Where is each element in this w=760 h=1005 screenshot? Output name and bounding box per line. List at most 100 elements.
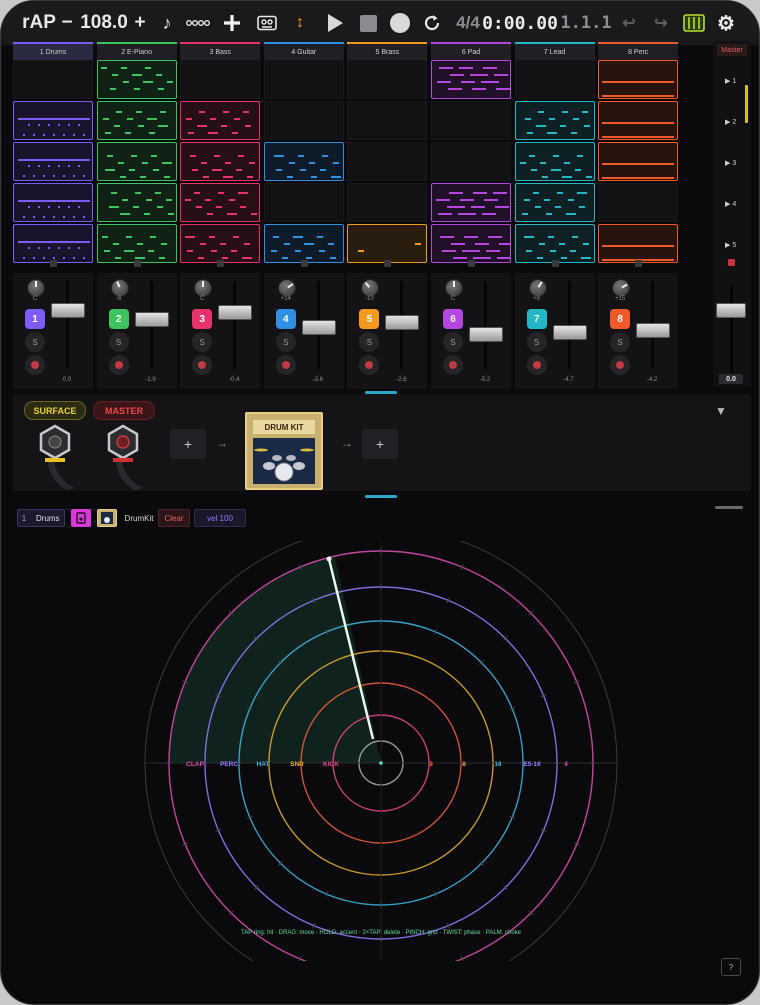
clip[interactable] [347, 224, 428, 263]
empty-clip-slot[interactable] [263, 60, 344, 99]
drum-kit-instrument-card[interactable]: DRUM KIT [245, 412, 323, 490]
refresh-icon[interactable] [421, 9, 443, 37]
track-header-1[interactable]: 1 Drums [13, 42, 93, 60]
lane-step-count[interactable]: 8 [462, 761, 466, 768]
tape-icon[interactable] [255, 9, 279, 37]
lane-step-count[interactable]: 8 [429, 761, 433, 768]
track-stop-button[interactable] [300, 260, 308, 267]
scene-scroll-indicator[interactable] [745, 85, 748, 123]
clip[interactable] [13, 224, 93, 263]
instrument-thumbnail-icon[interactable] [97, 509, 117, 527]
empty-clip-slot[interactable] [263, 101, 344, 140]
volume-fader[interactable] [469, 327, 503, 343]
empty-clip-slot[interactable] [347, 60, 428, 99]
pan-knob[interactable] [110, 279, 129, 297]
track-number-button[interactable]: 4 [275, 309, 296, 329]
play-icon[interactable] [323, 9, 347, 37]
clip[interactable] [263, 224, 344, 263]
velocity-control[interactable]: vel 100 [194, 509, 246, 527]
track-header-3[interactable]: 3 Bass [180, 42, 261, 60]
pan-knob[interactable] [528, 279, 547, 297]
empty-clip-slot[interactable] [347, 142, 428, 181]
fx-resize-handle[interactable] [365, 495, 397, 498]
track-header-8[interactable]: 8 Perc [598, 42, 679, 60]
volume-fader[interactable] [51, 303, 85, 318]
record-arm-button[interactable] [108, 355, 129, 375]
volume-fader[interactable] [134, 311, 169, 327]
lane-step-count[interactable]: E5-16 [523, 761, 541, 768]
empty-clip-slot[interactable] [263, 183, 344, 222]
empty-clip-slot[interactable] [347, 101, 428, 140]
add-fx-button-left[interactable]: + [170, 429, 206, 459]
clip[interactable] [180, 101, 261, 140]
add-icon[interactable] [221, 9, 243, 37]
clip[interactable] [96, 183, 177, 222]
track-stop-button[interactable] [468, 260, 475, 267]
scene-launch-1[interactable]: ▶ 1 [725, 77, 736, 85]
volume-fader[interactable] [385, 315, 420, 331]
scene-launch-2[interactable]: ▶ 2 [725, 118, 736, 126]
track-number-button[interactable]: 6 [443, 309, 463, 329]
track-stop-button[interactable] [384, 260, 392, 267]
clip[interactable] [598, 101, 679, 140]
scene-launch-3[interactable]: ▶ 3 [725, 159, 736, 167]
redo-icon[interactable]: ↪ [651, 9, 671, 37]
scene-launch-4[interactable]: ▶ 4 [725, 200, 736, 208]
tempo-decrease-button[interactable]: − [57, 9, 77, 37]
volume-fader[interactable] [636, 322, 671, 338]
empty-clip-slot[interactable] [431, 101, 511, 140]
master-fader[interactable] [716, 303, 746, 318]
solo-button[interactable]: S [275, 332, 296, 352]
swap-arrows-icon[interactable]: ↕ [291, 9, 309, 37]
solo-button[interactable]: S [443, 332, 463, 352]
pan-knob[interactable] [445, 279, 463, 297]
help-button[interactable]: ? [721, 958, 741, 976]
collapse-icon[interactable]: ▼ [715, 404, 727, 418]
lane-label-left[interactable]: KICK [323, 761, 339, 768]
scene-launch-5[interactable]: ▶ 5 [725, 241, 736, 249]
clip[interactable] [180, 224, 261, 263]
solo-button[interactable]: S [25, 332, 45, 352]
clip[interactable] [96, 60, 177, 99]
lane-label-left[interactable]: PERC [220, 761, 238, 768]
empty-clip-slot[interactable] [347, 183, 428, 222]
editor-grab-handle[interactable] [715, 506, 743, 509]
lane-label-left[interactable]: CLAP [186, 761, 204, 768]
clip[interactable] [13, 101, 93, 140]
record-arm-button[interactable] [526, 355, 547, 375]
master-stop-button[interactable] [728, 259, 735, 266]
settings-gear-icon[interactable]: ⚙ [715, 9, 737, 37]
surface-joystick-icon[interactable] [31, 422, 79, 490]
pan-knob[interactable] [277, 279, 296, 297]
stop-button[interactable] [357, 9, 379, 37]
track-number-button[interactable]: 1 [25, 309, 45, 329]
radial-sequencer[interactable]: CLAP PERC HAT SNR KICK 8 8 16 E5-16 4 [1, 541, 759, 961]
clip[interactable] [180, 183, 261, 222]
track-header-6[interactable]: 6 Pad [431, 42, 511, 60]
track-number-button[interactable]: 7 [526, 309, 547, 329]
clear-button[interactable]: Clear [158, 509, 190, 527]
record-button[interactable] [389, 9, 411, 37]
clip[interactable] [263, 142, 344, 181]
clip[interactable] [514, 142, 595, 181]
clip[interactable] [431, 60, 511, 99]
track-header-5[interactable]: 5 Brass [347, 42, 428, 60]
metronome-note-icon[interactable]: ♪ [157, 9, 177, 37]
pan-knob[interactable] [27, 279, 45, 297]
clip[interactable] [13, 183, 93, 222]
clip[interactable] [598, 60, 679, 99]
loop-dots-icon[interactable] [185, 9, 211, 37]
tempo-increase-button[interactable]: + [131, 9, 149, 37]
clip[interactable] [431, 224, 511, 263]
track-number-button[interactable]: 3 [192, 309, 213, 329]
clip[interactable] [598, 224, 679, 263]
record-arm-button[interactable] [25, 355, 45, 375]
empty-clip-slot[interactable] [514, 60, 595, 99]
track-number-button[interactable]: 2 [108, 309, 129, 329]
track-stop-button[interactable] [217, 260, 225, 267]
lane-label-left[interactable]: HAT [257, 761, 270, 768]
solo-button[interactable]: S [526, 332, 547, 352]
clip[interactable] [598, 142, 679, 181]
track-header-4[interactable]: 4 Guitar [263, 42, 344, 60]
clip[interactable] [96, 142, 177, 181]
